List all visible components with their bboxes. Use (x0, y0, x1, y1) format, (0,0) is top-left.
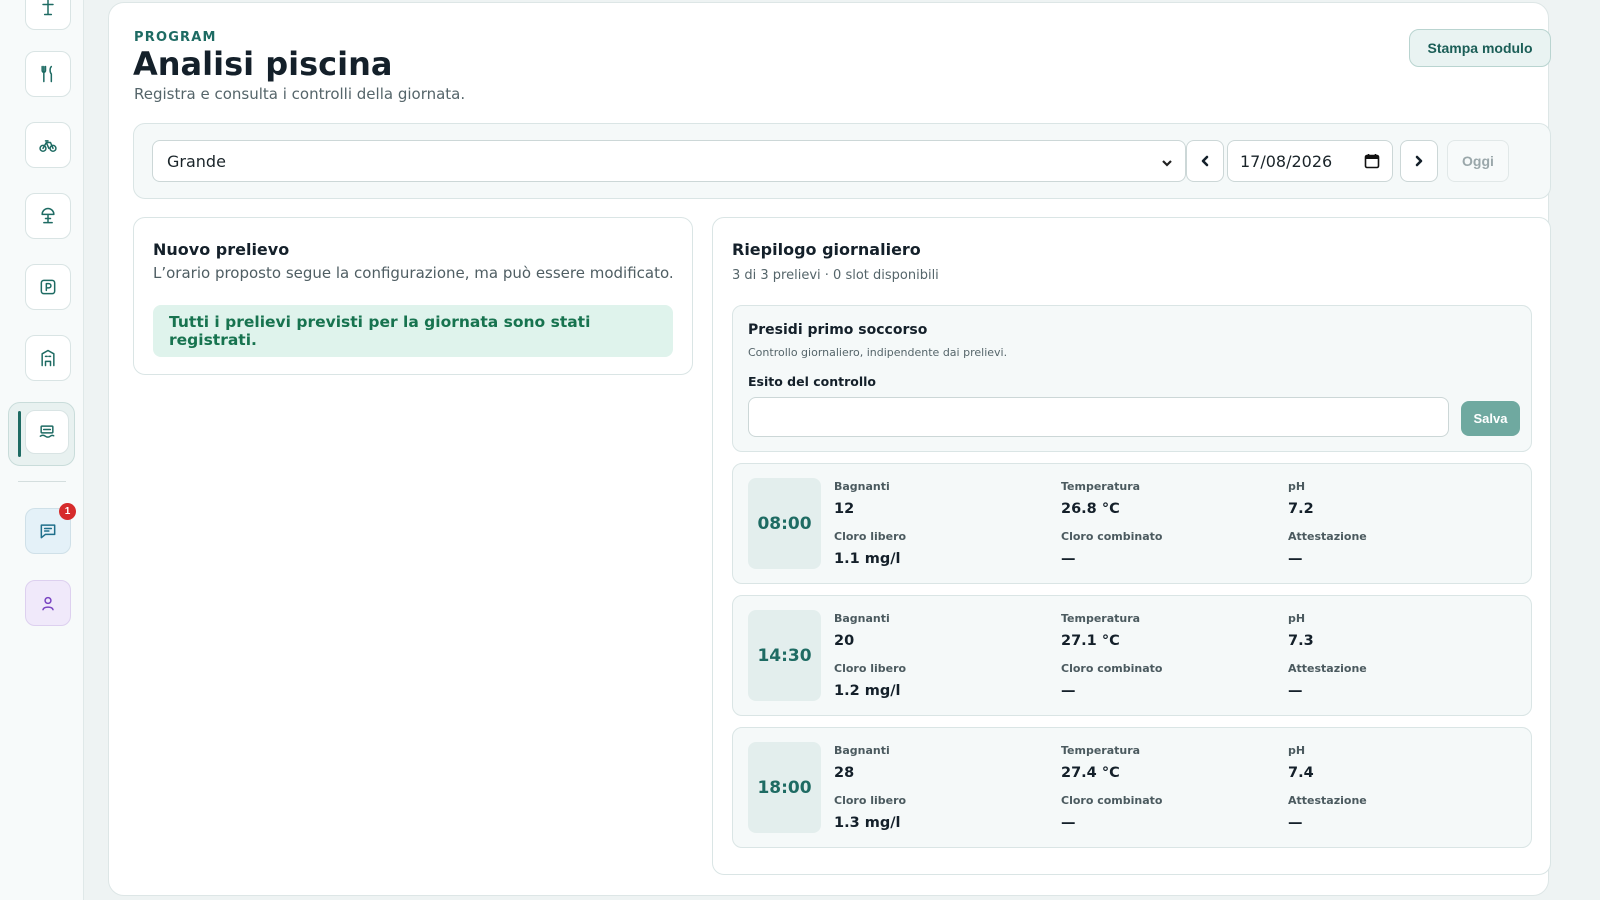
print-form-button[interactable]: Stampa modulo (1409, 29, 1551, 67)
temperature-value: 27.4 °C (1061, 765, 1120, 781)
sidebar: 1 (0, 0, 84, 900)
sample-time: 18:00 (748, 742, 821, 833)
restaurant-icon (41, 65, 53, 83)
pool-select-value: Grande (167, 151, 226, 171)
attestation-value: — (1288, 815, 1303, 831)
nav-building[interactable] (25, 335, 71, 381)
ph-label: pH (1288, 480, 1306, 493)
first-aid-note: Controllo giornaliero, indipendente dai … (748, 346, 1008, 359)
sample-row: 08:00 Bagnanti 12 Temperatura 26.8 °C pH… (732, 463, 1532, 584)
sample-time: 14:30 (748, 610, 821, 701)
combined-chlorine-value: — (1061, 815, 1076, 831)
temperature-label: Temperatura (1061, 744, 1141, 757)
today-button[interactable]: Oggi (1447, 140, 1509, 182)
free-chlorine-value: 1.1 mg/l (834, 551, 901, 567)
attestation-label: Attestazione (1288, 662, 1367, 675)
nav-profile[interactable] (25, 580, 71, 626)
free-chlorine-label: Cloro libero (834, 662, 907, 675)
ph-label: pH (1288, 612, 1306, 625)
calendar-icon[interactable] (1364, 153, 1380, 169)
attestation-label: Attestazione (1288, 794, 1367, 807)
combined-chlorine-value: — (1061, 683, 1076, 699)
daily-summary-title: Riepilogo giornaliero (732, 240, 921, 259)
bathers-value: 12 (834, 501, 855, 517)
all-samples-recorded-message: Tutti i prelievi previsti per la giornat… (153, 305, 673, 357)
ph-value: 7.2 (1288, 501, 1314, 517)
main-panel: PROGRAM Analisi piscina Registra e consu… (108, 2, 1551, 896)
page-subtitle: Registra e consulta i controlli della gi… (134, 85, 466, 103)
first-aid-check: Presidi primo soccorso Controllo giornal… (732, 305, 1532, 452)
bicycle-icon (39, 140, 57, 152)
temperature-label: Temperatura (1061, 480, 1141, 493)
ph-value: 7.3 (1288, 633, 1314, 649)
page-title: Analisi piscina (133, 45, 393, 83)
nav-messages[interactable]: 1 (25, 503, 76, 554)
nav-divider (18, 481, 66, 482)
free-chlorine-label: Cloro libero (834, 794, 907, 807)
nav-pool[interactable] (25, 410, 69, 454)
bathers-value: 28 (834, 765, 855, 781)
combined-chlorine-label: Cloro combinato (1061, 662, 1163, 675)
parking-icon (40, 279, 56, 295)
chat-icon (40, 524, 56, 539)
chevron-down-icon (1161, 154, 1173, 167)
bathers-label: Bagnanti (834, 744, 890, 757)
temperature-value: 27.1 °C (1061, 633, 1120, 649)
lifeguard-icon (42, 0, 54, 16)
temperature-label: Temperatura (1061, 612, 1141, 625)
building-icon (41, 349, 55, 367)
nav-bicycle[interactable] (25, 122, 71, 168)
active-indicator (18, 411, 21, 457)
ph-value: 7.4 (1288, 765, 1314, 781)
free-chlorine-label: Cloro libero (834, 530, 907, 543)
pool-icon (39, 425, 55, 438)
bathers-value: 20 (834, 633, 855, 649)
sample-row: 18:00 Bagnanti 28 Temperatura 27.4 °C pH… (732, 727, 1532, 848)
page-eyebrow: PROGRAM (134, 30, 217, 45)
attestation-label: Attestazione (1288, 530, 1367, 543)
sample-row: 14:30 Bagnanti 20 Temperatura 27.1 °C pH… (732, 595, 1532, 716)
ph-label: pH (1288, 744, 1306, 757)
date-field[interactable]: 17/08/2026 (1227, 140, 1393, 182)
check-result-label: Esito del controllo (748, 374, 877, 389)
new-sample-title: Nuovo prelievo (153, 240, 290, 259)
combined-chlorine-label: Cloro combinato (1061, 530, 1163, 543)
nav-lifeguard[interactable] (25, 0, 71, 30)
free-chlorine-value: 1.3 mg/l (834, 815, 901, 831)
nav-restaurant[interactable] (25, 51, 71, 97)
daily-summary-card: Riepilogo giornaliero 3 di 3 prelievi · … (712, 217, 1551, 875)
save-button[interactable]: Salva (1461, 401, 1520, 436)
next-day-button[interactable] (1400, 140, 1438, 182)
notification-badge: 1 (59, 503, 76, 520)
chevron-right-icon (1415, 155, 1423, 167)
previous-day-button[interactable] (1186, 140, 1224, 182)
filter-bar: Grande 17/08/2026 Oggi (133, 123, 1551, 199)
pool-select[interactable]: Grande (152, 140, 1186, 182)
user-icon (42, 596, 54, 611)
bathers-label: Bagnanti (834, 612, 890, 625)
daily-summary-subtitle: 3 di 3 prelievi · 0 slot disponibili (732, 268, 939, 283)
nav-parking[interactable] (25, 264, 71, 310)
date-field-value: 17/08/2026 (1240, 151, 1333, 171)
sample-time: 08:00 (748, 478, 821, 569)
attestation-value: — (1288, 551, 1303, 567)
check-result-input[interactable] (748, 397, 1449, 437)
new-sample-card: Nuovo prelievo L’orario proposto segue l… (133, 217, 693, 375)
free-chlorine-value: 1.2 mg/l (834, 683, 901, 699)
temperature-value: 26.8 °C (1061, 501, 1120, 517)
nav-beach[interactable] (25, 193, 71, 239)
new-sample-description: L’orario proposto segue la configurazion… (153, 264, 674, 282)
attestation-value: — (1288, 683, 1303, 699)
combined-chlorine-value: — (1061, 551, 1076, 567)
bathers-label: Bagnanti (834, 480, 890, 493)
chevron-left-icon (1201, 155, 1209, 167)
combined-chlorine-label: Cloro combinato (1061, 794, 1163, 807)
first-aid-title: Presidi primo soccorso (748, 322, 928, 338)
beach-umbrella-icon (41, 207, 55, 224)
